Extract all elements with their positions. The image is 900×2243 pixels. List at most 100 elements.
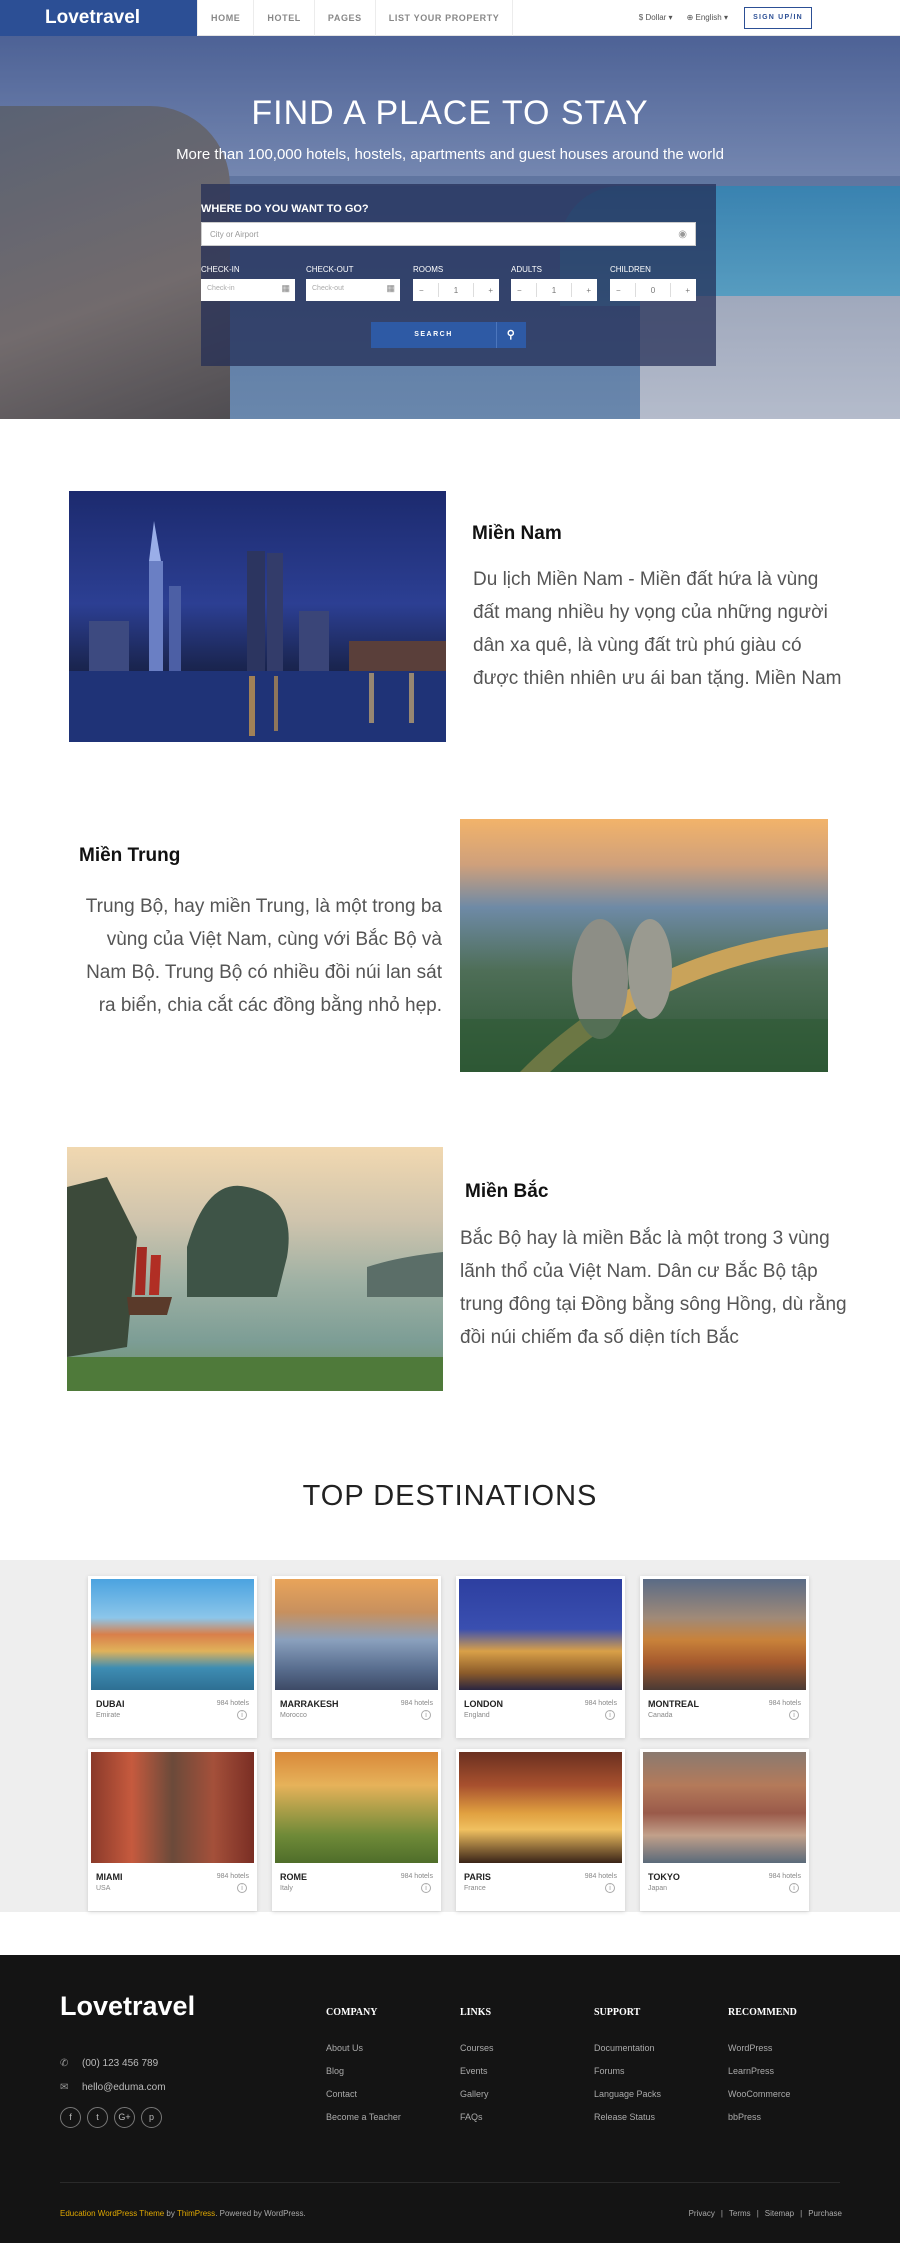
footer-link-teacher[interactable]: Become a Teacher <box>326 2112 401 2122</box>
footer-link-woocommerce[interactable]: WooCommerce <box>728 2089 790 2099</box>
footer-link-release-status[interactable]: Release Status <box>594 2112 655 2122</box>
destination-card-montreal[interactable]: MONTREAL Canada 984 hotels i <box>640 1576 809 1738</box>
golden-bridge-illustration <box>460 919 828 1072</box>
footer-email[interactable]: ✉ hello@eduma.com <box>60 2082 166 2093</box>
destination-card-dubai[interactable]: DUBAI Emirate 984 hotels i <box>88 1576 257 1738</box>
nav-pages[interactable]: PAGES <box>313 0 375 36</box>
children-decrement-button[interactable]: − <box>616 286 621 295</box>
adults-stepper[interactable]: − 1 + <box>511 279 597 301</box>
info-icon[interactable]: i <box>237 1883 247 1893</box>
footer-link-language-packs[interactable]: Language Packs <box>594 2089 661 2099</box>
language-label: English ▾ <box>695 13 728 22</box>
envelope-icon: ✉ <box>60 2082 69 2093</box>
info-icon[interactable]: i <box>605 1883 615 1893</box>
signup-button[interactable]: SIGN UP/IN <box>744 7 812 29</box>
adults-value: 1 <box>551 285 557 295</box>
facebook-icon[interactable]: f <box>60 2107 81 2128</box>
adults-decrement-button[interactable]: − <box>517 286 522 295</box>
nav-list-property[interactable]: LIST YOUR PROPERTY <box>374 0 514 36</box>
footer-link-wordpress[interactable]: WordPress <box>728 2043 772 2053</box>
destination-hotel-count: 984 hotels <box>400 1873 433 1880</box>
footer-link-events[interactable]: Events <box>460 2066 488 2076</box>
destination-card-london[interactable]: LONDON England 984 hotels i <box>456 1576 625 1738</box>
footer-link-sitemap[interactable]: Sitemap <box>765 2209 794 2218</box>
info-icon[interactable]: i <box>421 1710 431 1720</box>
rooms-increment-button[interactable]: + <box>488 286 493 295</box>
phone-icon: ✆ <box>60 2058 69 2069</box>
hero-section: FIND A PLACE TO STAY More than 100,000 h… <box>0 36 900 419</box>
footer-link-privacy[interactable]: Privacy <box>689 2209 715 2218</box>
currency-select[interactable]: $ Dollar ▾ <box>639 13 673 22</box>
footer-link-faqs[interactable]: FAQs <box>460 2112 483 2122</box>
destination-photo <box>275 1752 438 1863</box>
adults-increment-button[interactable]: + <box>586 286 591 295</box>
info-icon[interactable]: i <box>421 1883 431 1893</box>
rooms-decrement-button[interactable]: − <box>419 286 424 295</box>
checkin-input[interactable]: Check-in ▦ <box>201 279 295 301</box>
ha-long-bay-illustration <box>67 1177 443 1391</box>
twitter-icon[interactable]: t <box>87 2107 108 2128</box>
footer-col-company-title: COMPANY <box>326 2007 378 2018</box>
calendar-icon: ▦ <box>386 283 395 293</box>
footer-link-bbpress[interactable]: bbPress <box>728 2112 761 2122</box>
email-address: hello@eduma.com <box>82 2082 166 2093</box>
destination-photo <box>91 1579 254 1690</box>
map-pin-icon: ◉ <box>678 229 687 240</box>
footer-link-gallery[interactable]: Gallery <box>460 2089 489 2099</box>
footer-link-blog[interactable]: Blog <box>326 2066 344 2076</box>
destination-photo <box>643 1579 806 1690</box>
destination-card-marrakesh[interactable]: MARRAKESH Morocco 984 hotels i <box>272 1576 441 1738</box>
children-label: CHILDREN <box>610 265 651 274</box>
checkout-placeholder: Check-out <box>312 285 344 292</box>
destination-hotel-count: 984 hotels <box>584 1873 617 1880</box>
children-stepper[interactable]: − 0 + <box>610 279 696 301</box>
credit-theme-link[interactable]: Education WordPress Theme <box>60 2209 164 2218</box>
footer-link-purchase[interactable]: Purchase <box>808 2209 842 2218</box>
footer-link-forums[interactable]: Forums <box>594 2066 625 2076</box>
north-region-text: Bắc Bộ hay là miền Bắc là một trong 3 vù… <box>460 1228 847 1348</box>
nav-hotel[interactable]: HOTEL <box>253 0 314 36</box>
destination-card-tokyo[interactable]: TOKYO Japan 984 hotels i <box>640 1749 809 1911</box>
pinterest-icon[interactable]: p <box>141 2107 162 2128</box>
footer-logo[interactable]: Lovetravel <box>60 1991 195 2022</box>
google-plus-icon[interactable]: G+ <box>114 2107 135 2128</box>
site-logo[interactable]: Lovetravel <box>0 0 197 36</box>
language-select[interactable]: ⊕ English ▾ <box>687 13 728 22</box>
north-region-image <box>67 1147 443 1391</box>
footer-link-learnpress[interactable]: LearnPress <box>728 2066 774 2076</box>
checkout-label: CHECK-OUT <box>306 265 354 274</box>
search-button[interactable]: SEARCH ⚲ <box>371 322 526 348</box>
central-region-title: Miền Trung <box>79 845 181 866</box>
info-icon[interactable]: i <box>237 1710 247 1720</box>
destination-country: Japan <box>648 1885 668 1892</box>
phone-number: (00) 123 456 789 <box>82 2058 159 2069</box>
destination-placeholder: City or Airport <box>210 230 259 239</box>
footer-link-courses[interactable]: Courses <box>460 2043 494 2053</box>
footer-link-documentation[interactable]: Documentation <box>594 2043 655 2053</box>
credit-author-link[interactable]: ThimPress <box>177 2209 215 2218</box>
rooms-stepper[interactable]: − 1 + <box>413 279 499 301</box>
nav-home[interactable]: HOME <box>197 0 253 36</box>
checkout-input[interactable]: Check-out ▦ <box>306 279 400 301</box>
destination-card-rome[interactable]: ROME Italy 984 hotels i <box>272 1749 441 1911</box>
info-icon[interactable]: i <box>605 1710 615 1720</box>
social-links: f t G+ p <box>60 2107 162 2128</box>
children-increment-button[interactable]: + <box>685 286 690 295</box>
footer-link-terms[interactable]: Terms <box>729 2209 751 2218</box>
search-icon: ⚲ <box>496 322 526 348</box>
footer-link-about[interactable]: About Us <box>326 2043 363 2053</box>
destination-city: ROME <box>280 1872 307 1882</box>
destination-city: MIAMI <box>96 1872 123 1882</box>
destination-photo <box>91 1752 254 1863</box>
credit-powered: . Powered by WordPress. <box>215 2209 306 2218</box>
hero-subtitle: More than 100,000 hotels, hostels, apart… <box>176 146 724 163</box>
destination-input[interactable]: City or Airport ◉ <box>201 222 696 246</box>
destination-card-paris[interactable]: PARIS France 984 hotels i <box>456 1749 625 1911</box>
destination-country: France <box>464 1885 486 1892</box>
info-icon[interactable]: i <box>789 1883 799 1893</box>
info-icon[interactable]: i <box>789 1710 799 1720</box>
destination-card-miami[interactable]: MIAMI USA 984 hotels i <box>88 1749 257 1911</box>
footer-link-contact[interactable]: Contact <box>326 2089 357 2099</box>
destination-city: DUBAI <box>96 1699 125 1709</box>
top-destinations-heading: TOP DESTINATIONS <box>302 1480 598 1512</box>
